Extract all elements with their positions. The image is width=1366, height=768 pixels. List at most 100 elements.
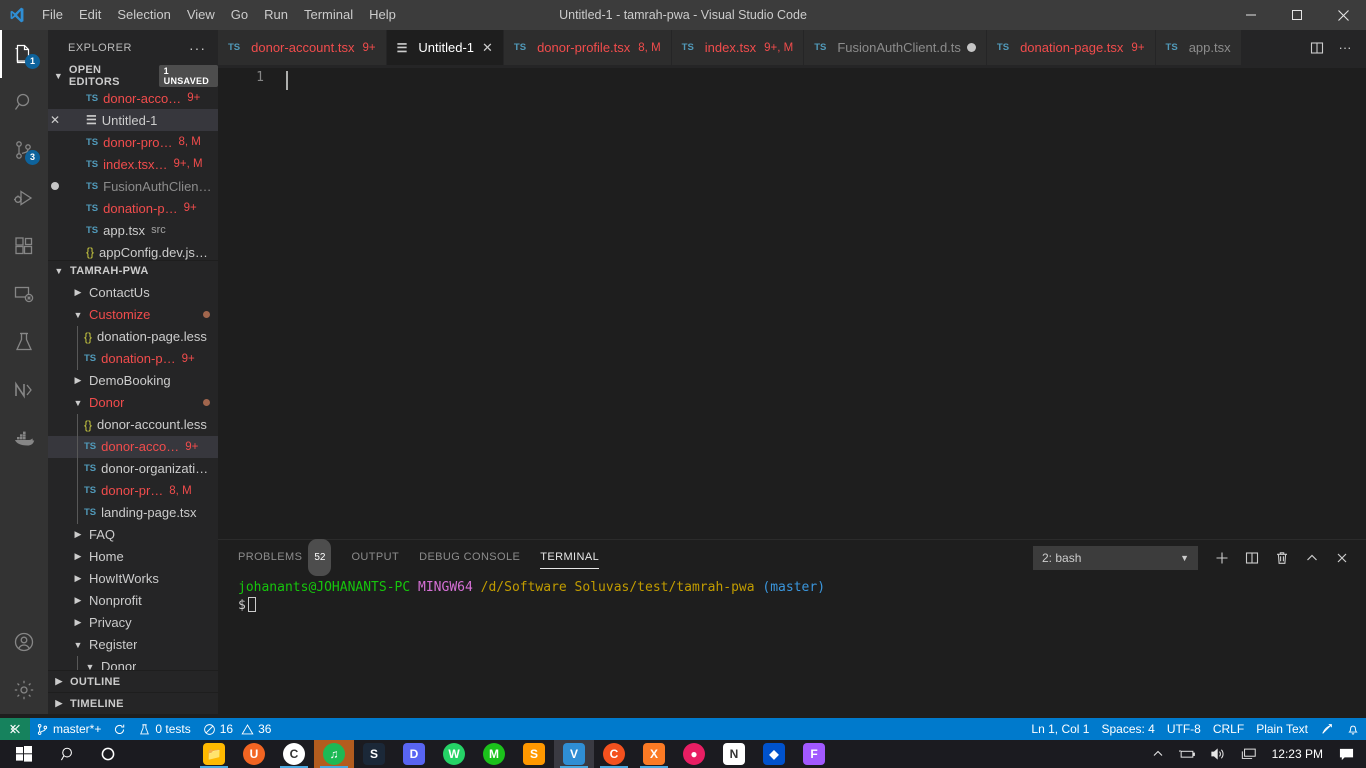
taskbar-app-clockify[interactable]: C <box>594 740 634 768</box>
taskbar-app-figma[interactable]: F <box>794 740 834 768</box>
volume-icon[interactable] <box>1203 740 1234 768</box>
sidebar-item-docker[interactable] <box>0 414 48 462</box>
taskbar-app-chat-app[interactable]: ● <box>674 740 714 768</box>
sidebar-item-remote-explorer[interactable] <box>0 270 48 318</box>
menu-file[interactable]: File <box>34 0 71 30</box>
explorer-more-actions-icon[interactable]: ··· <box>183 40 212 56</box>
tab-terminal[interactable]: TERMINAL <box>540 540 599 575</box>
section-timeline[interactable]: ▶ TIMELINE <box>48 692 218 714</box>
section-open-editors[interactable]: ▼ OPEN EDITORS 1 UNSAVED <box>48 64 218 88</box>
sidebar-item-testing[interactable] <box>0 318 48 366</box>
chevron-down-icon[interactable]: ▼ <box>72 310 84 320</box>
accounts-button[interactable] <box>0 618 48 666</box>
taskbar-app-file-explorer[interactable]: 📁 <box>194 740 234 768</box>
menu-view[interactable]: View <box>179 0 223 30</box>
close-editor-icon[interactable]: ✕ <box>48 113 62 127</box>
taskbar-app-sublime-text[interactable]: S <box>514 740 554 768</box>
taskbar-app-visual-studio-code[interactable]: V <box>554 740 594 768</box>
open-editor-item[interactable]: TS donor-acco… 9+ <box>48 87 218 109</box>
menu-go[interactable]: Go <box>223 0 256 30</box>
sidebar-item-explorer[interactable]: 1 <box>0 30 48 78</box>
chevron-right-icon[interactable]: ▶ <box>72 617 84 628</box>
editor-more-actions-icon[interactable]: ··· <box>1332 30 1358 65</box>
editor-tab[interactable]: ☰ Untitled-1 ✕ <box>386 30 504 65</box>
chevron-right-icon[interactable]: ▶ <box>72 551 84 562</box>
taskbar-app-whatsapp[interactable]: W <box>434 740 474 768</box>
chevron-down-icon[interactable]: ▼ <box>72 640 84 650</box>
taskbar-clock[interactable]: 12:23 PM <box>1264 747 1331 761</box>
display-icon[interactable] <box>1234 740 1264 768</box>
tab-output[interactable]: OUTPUT <box>351 540 399 575</box>
terminal-select[interactable]: 2: bash ▼ <box>1033 545 1198 570</box>
windows-start-icon[interactable] <box>0 740 48 768</box>
editor-tab[interactable]: TS app.tsx <box>1155 30 1242 65</box>
taskbar-app-steam[interactable]: S <box>354 740 394 768</box>
split-terminal-button[interactable] <box>1238 544 1266 572</box>
maximize-button[interactable] <box>1274 0 1320 30</box>
tree-folder-item[interactable]: ▼ Customize <box>48 304 218 326</box>
open-editor-item[interactable]: {} appConfig.dev.jso… <box>48 241 218 260</box>
taskbar-app-uc-browser[interactable]: U <box>234 740 274 768</box>
sidebar-item-nx-console[interactable] <box>0 366 48 414</box>
split-editor-icon[interactable] <box>1304 30 1330 65</box>
close-panel-button[interactable] <box>1328 544 1356 572</box>
cursor-position[interactable]: Ln 1, Col 1 <box>1025 718 1095 740</box>
tree-folder-item[interactable]: ▶ ContactUs <box>48 282 218 304</box>
editor-tab[interactable]: TS FusionAuthClient.d.ts <box>804 30 987 65</box>
editor-tab[interactable]: TS index.tsx 9+, M <box>671 30 805 65</box>
notifications-bell-icon[interactable] <box>1340 718 1366 740</box>
language-mode-status[interactable]: Plain Text <box>1250 718 1314 740</box>
tree-file-item[interactable]: {} donation-page.less <box>48 325 218 348</box>
eol-status[interactable]: CRLF <box>1207 718 1250 740</box>
sidebar-item-extensions[interactable] <box>0 222 48 270</box>
terminal-body[interactable]: johanants@JOHANANTS-PC MINGW64 /d/Softwa… <box>218 575 1366 615</box>
menu-help[interactable]: Help <box>361 0 404 30</box>
tree-folder-item[interactable]: ▼ Register <box>48 634 218 656</box>
tree-folder-item[interactable]: ▶ FAQ <box>48 524 218 546</box>
remote-indicator[interactable] <box>0 718 30 740</box>
taskbar-app-messages[interactable]: M <box>474 740 514 768</box>
tree-file-item[interactable]: TS donor-organizati… <box>48 457 218 480</box>
tree-file-item[interactable]: TS donor-acco… 9+ <box>48 435 218 458</box>
sync-status[interactable] <box>107 718 132 740</box>
section-workspace[interactable]: ▼ TAMRAH-PWA <box>48 259 218 282</box>
code-editor[interactable]: 1 <box>218 65 1366 539</box>
chevron-right-icon[interactable]: ▶ <box>72 529 84 540</box>
indentation-status[interactable]: Spaces: 4 <box>1095 718 1160 740</box>
taskbar-app-google-chrome[interactable]: C <box>274 740 314 768</box>
open-editor-item[interactable]: TS donor-pro… 8, M <box>48 131 218 153</box>
sidebar-item-run-and-debug[interactable] <box>0 174 48 222</box>
menu-run[interactable]: Run <box>256 0 296 30</box>
tree-folder-item[interactable]: ▶ Privacy <box>48 612 218 634</box>
chevron-down-icon[interactable]: ▼ <box>72 398 84 408</box>
sidebar-item-search[interactable] <box>0 78 48 126</box>
tree-folder-item[interactable]: ▶ Nonprofit <box>48 590 218 612</box>
tree-folder-item[interactable]: ▼ Donor <box>48 655 218 670</box>
cortana-icon[interactable] <box>88 740 128 768</box>
minimize-button[interactable] <box>1228 0 1274 30</box>
close-tab-icon[interactable]: ✕ <box>482 40 493 56</box>
menu-selection[interactable]: Selection <box>109 0 178 30</box>
taskbar-app-notion[interactable]: N <box>714 740 754 768</box>
editor-tab[interactable]: TS donor-profile.tsx 8, M <box>503 30 672 65</box>
menu-edit[interactable]: Edit <box>71 0 109 30</box>
test-status[interactable]: 0 tests <box>132 718 196 740</box>
tree-file-item[interactable]: TS donor-pr… 8, M <box>48 479 218 502</box>
chevron-right-icon[interactable]: ▶ <box>72 573 84 584</box>
chevron-right-icon[interactable]: ▶ <box>72 287 84 298</box>
open-editor-item[interactable]: TS index.tsx… 9+, M <box>48 153 218 175</box>
menu-terminal[interactable]: Terminal <box>296 0 361 30</box>
tree-folder-item[interactable]: ▶ HowItWorks <box>48 568 218 590</box>
tab-debug-console[interactable]: DEBUG CONSOLE <box>419 540 520 575</box>
battery-icon[interactable] <box>1171 740 1203 768</box>
chevron-down-icon[interactable]: ▼ <box>84 662 96 670</box>
taskbar-app-discord[interactable]: D <box>394 740 434 768</box>
open-editor-item[interactable]: ✕ ☰ Untitled-1 <box>48 109 218 131</box>
chevron-right-icon[interactable]: ▶ <box>72 595 84 606</box>
encoding-status[interactable]: UTF-8 <box>1161 718 1207 740</box>
settings-gear-icon[interactable] <box>0 666 48 714</box>
maximize-panel-button[interactable] <box>1298 544 1326 572</box>
tree-folder-item[interactable]: ▶ Home <box>48 546 218 568</box>
tab-problems[interactable]: PROBLEMS 52 <box>238 539 332 576</box>
taskbar-app-spotify[interactable]: ♫ <box>314 740 354 768</box>
